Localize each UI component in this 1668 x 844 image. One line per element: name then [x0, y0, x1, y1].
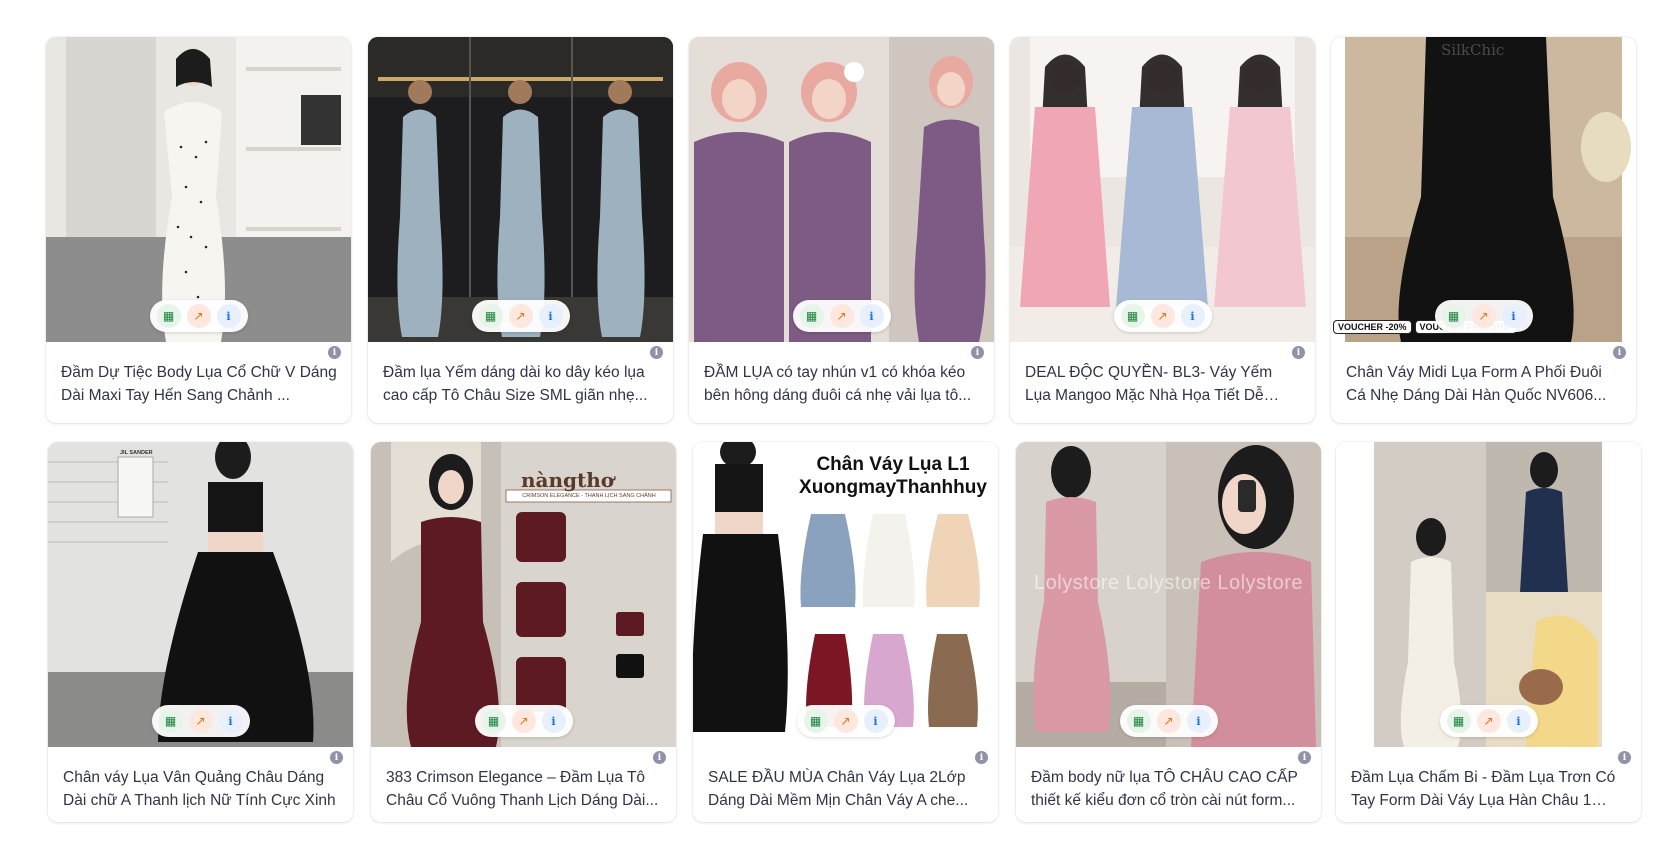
info-icon[interactable]: i: [538, 304, 563, 328]
trending-icon[interactable]: ↗: [186, 304, 211, 328]
product-image[interactable]: Lolystore Lolystore Lolystore ▦ ↗ i: [1016, 442, 1321, 747]
trending-icon[interactable]: ↗: [1476, 709, 1501, 733]
info-icon[interactable]: i: [1506, 709, 1531, 733]
trending-icon[interactable]: ↗: [1471, 304, 1496, 328]
info-icon[interactable]: i: [1180, 304, 1205, 328]
product-image[interactable]: ▦ ↗ i: [1010, 37, 1315, 342]
product-title[interactable]: DEAL ĐỘC QUYỀN- BL3- Váy Yếm Lụa Mangoo …: [1025, 362, 1301, 407]
sheet-icon[interactable]: ▦: [156, 304, 181, 328]
product-title[interactable]: Đầm Lụa Chấm Bi - Đầm Lụa Trơn Có Tay Fo…: [1351, 767, 1627, 812]
sheet-icon[interactable]: ▦: [158, 709, 183, 733]
trending-icon[interactable]: ↗: [829, 304, 854, 328]
info-icon[interactable]: i: [328, 346, 341, 359]
trending-icon[interactable]: ↗: [188, 709, 213, 733]
voucher-badge: VOUCHER -20%: [1333, 320, 1412, 334]
image-action-bar: ▦ ↗ i: [149, 300, 248, 332]
image-title-text: Chân Váy Lụa L1: [816, 454, 970, 475]
image-action-bar: ▦ ↗ i: [474, 705, 573, 737]
product-title[interactable]: Đầm Dự Tiệc Body Lụa Cổ Chữ V Dáng Dài M…: [61, 362, 337, 407]
product-image[interactable]: ▦ ↗ i: [368, 37, 673, 342]
info-icon[interactable]: i: [1613, 346, 1626, 359]
product-image[interactable]: SilkChic VOUCHER -20% VOUCHER FREESHIP ▦…: [1331, 37, 1636, 342]
product-card[interactable]: ▦ ↗ i i Đầm Lụa Chấm Bi - Đầm Lụa Trơn C…: [1336, 442, 1641, 822]
info-icon[interactable]: i: [216, 304, 241, 328]
info-icon[interactable]: i: [975, 751, 988, 764]
image-brand-subtext: CRIMSON ELEGANCE - THANH LỊCH SANG CHẢNH: [522, 493, 656, 499]
info-icon[interactable]: i: [330, 751, 343, 764]
trending-icon[interactable]: ↗: [1156, 709, 1181, 733]
product-card[interactable]: ▦ ↗ i i ĐẦM LỤA có tay nhún v1 có khóa k…: [689, 37, 994, 423]
product-card[interactable]: Lolystore Lolystore Lolystore ▦ ↗ i i Đầ…: [1016, 442, 1321, 822]
product-title[interactable]: Đầm lụa Yếm dáng dài ko dây kéo lụa cao …: [383, 362, 659, 407]
product-title[interactable]: Chân Váy Midi Lụa Form A Phối Đuôi Cá Nh…: [1346, 362, 1622, 407]
info-icon[interactable]: i: [1292, 346, 1305, 359]
trending-icon[interactable]: ↗: [833, 709, 858, 733]
product-card[interactable]: ▦ ↗ i i DEAL ĐỘC QUYỀN- BL3- Váy Yếm Lụa…: [1010, 37, 1315, 423]
info-icon[interactable]: i: [863, 709, 888, 733]
info-icon[interactable]: i: [859, 304, 884, 328]
sheet-icon[interactable]: ▦: [803, 709, 828, 733]
image-action-bar: ▦ ↗ i: [796, 705, 895, 737]
sheet-icon[interactable]: ▦: [478, 304, 503, 328]
info-icon[interactable]: i: [650, 346, 663, 359]
product-title[interactable]: Đầm body nữ lụa TÔ CHÂU CAO CẤP thiết kế…: [1031, 767, 1307, 812]
info-icon[interactable]: i: [541, 709, 566, 733]
product-title[interactable]: Chân váy Lụa Vân Quảng Châu Dáng Dài chữ…: [63, 767, 339, 812]
info-icon[interactable]: i: [971, 346, 984, 359]
trending-icon[interactable]: ↗: [511, 709, 536, 733]
product-card[interactable]: ▦ ↗ i i Đầm lụa Yếm dáng dài ko dây kéo …: [368, 37, 673, 423]
product-image[interactable]: nàngthơ CRIMSON ELEGANCE - THANH LỊCH SA…: [371, 442, 676, 747]
product-title[interactable]: 383 Crimson Elegance – Đầm Lụa Tô Châu C…: [386, 767, 662, 812]
trending-icon[interactable]: ↗: [1150, 304, 1175, 328]
product-title[interactable]: SALE ĐẦU MÙA Chân Váy Lụa 2Lớp Dáng Dài …: [708, 767, 984, 812]
product-card[interactable]: ▦ ↗ i i Đầm Dự Tiệc Body Lụa Cổ Chữ V Dá…: [46, 37, 351, 423]
image-action-bar: ▦ ↗ i: [1439, 705, 1538, 737]
image-action-bar: ▦ ↗ i: [792, 300, 891, 332]
image-action-bar: ▦ ↗ i: [1113, 300, 1212, 332]
image-subtitle-text: XuongmayThanhhuy: [799, 477, 987, 498]
info-icon[interactable]: i: [1298, 751, 1311, 764]
product-image[interactable]: ▦ ↗ i: [689, 37, 994, 342]
image-brand-text: SilkChic: [1441, 41, 1505, 59]
product-card[interactable]: SilkChic VOUCHER -20% VOUCHER FREESHIP ▦…: [1331, 37, 1636, 423]
info-icon[interactable]: i: [653, 751, 666, 764]
trending-icon[interactable]: ↗: [508, 304, 533, 328]
info-icon[interactable]: i: [1501, 304, 1526, 328]
product-card[interactable]: nàngthơ CRIMSON ELEGANCE - THANH LỊCH SA…: [371, 442, 676, 822]
product-image[interactable]: ▦ ↗ i: [1336, 442, 1641, 747]
image-action-bar: ▦ ↗ i: [1434, 300, 1533, 332]
product-image[interactable]: JIL SANDER ▦ ↗ i: [48, 442, 353, 747]
sheet-icon[interactable]: ▦: [1120, 304, 1145, 328]
image-brand-text: JIL SANDER: [120, 450, 153, 456]
product-card[interactable]: Chân Váy Lụa L1 XuongmayThanhhuy ▦ ↗ i i…: [693, 442, 998, 822]
image-brand-text: nàngthơ: [521, 468, 615, 492]
product-title[interactable]: ĐẦM LỤA có tay nhún v1 có khóa kéo bên h…: [704, 362, 980, 407]
product-image[interactable]: Chân Váy Lụa L1 XuongmayThanhhuy ▦ ↗ i: [693, 442, 998, 747]
info-icon[interactable]: i: [218, 709, 243, 733]
sheet-icon[interactable]: ▦: [481, 709, 506, 733]
sheet-icon[interactable]: ▦: [1126, 709, 1151, 733]
image-watermark: Lolystore Lolystore Lolystore: [1033, 572, 1304, 594]
info-icon[interactable]: i: [1618, 751, 1631, 764]
info-icon[interactable]: i: [1186, 709, 1211, 733]
image-action-bar: ▦ ↗ i: [471, 300, 570, 332]
sheet-icon[interactable]: ▦: [1446, 709, 1471, 733]
image-action-bar: ▦ ↗ i: [1119, 705, 1218, 737]
product-card[interactable]: JIL SANDER ▦ ↗ i i Chân váy Lụa Vân Quản…: [48, 442, 353, 822]
product-image[interactable]: ▦ ↗ i: [46, 37, 351, 342]
sheet-icon[interactable]: ▦: [1441, 304, 1466, 328]
sheet-icon[interactable]: ▦: [799, 304, 824, 328]
image-action-bar: ▦ ↗ i: [151, 705, 250, 737]
